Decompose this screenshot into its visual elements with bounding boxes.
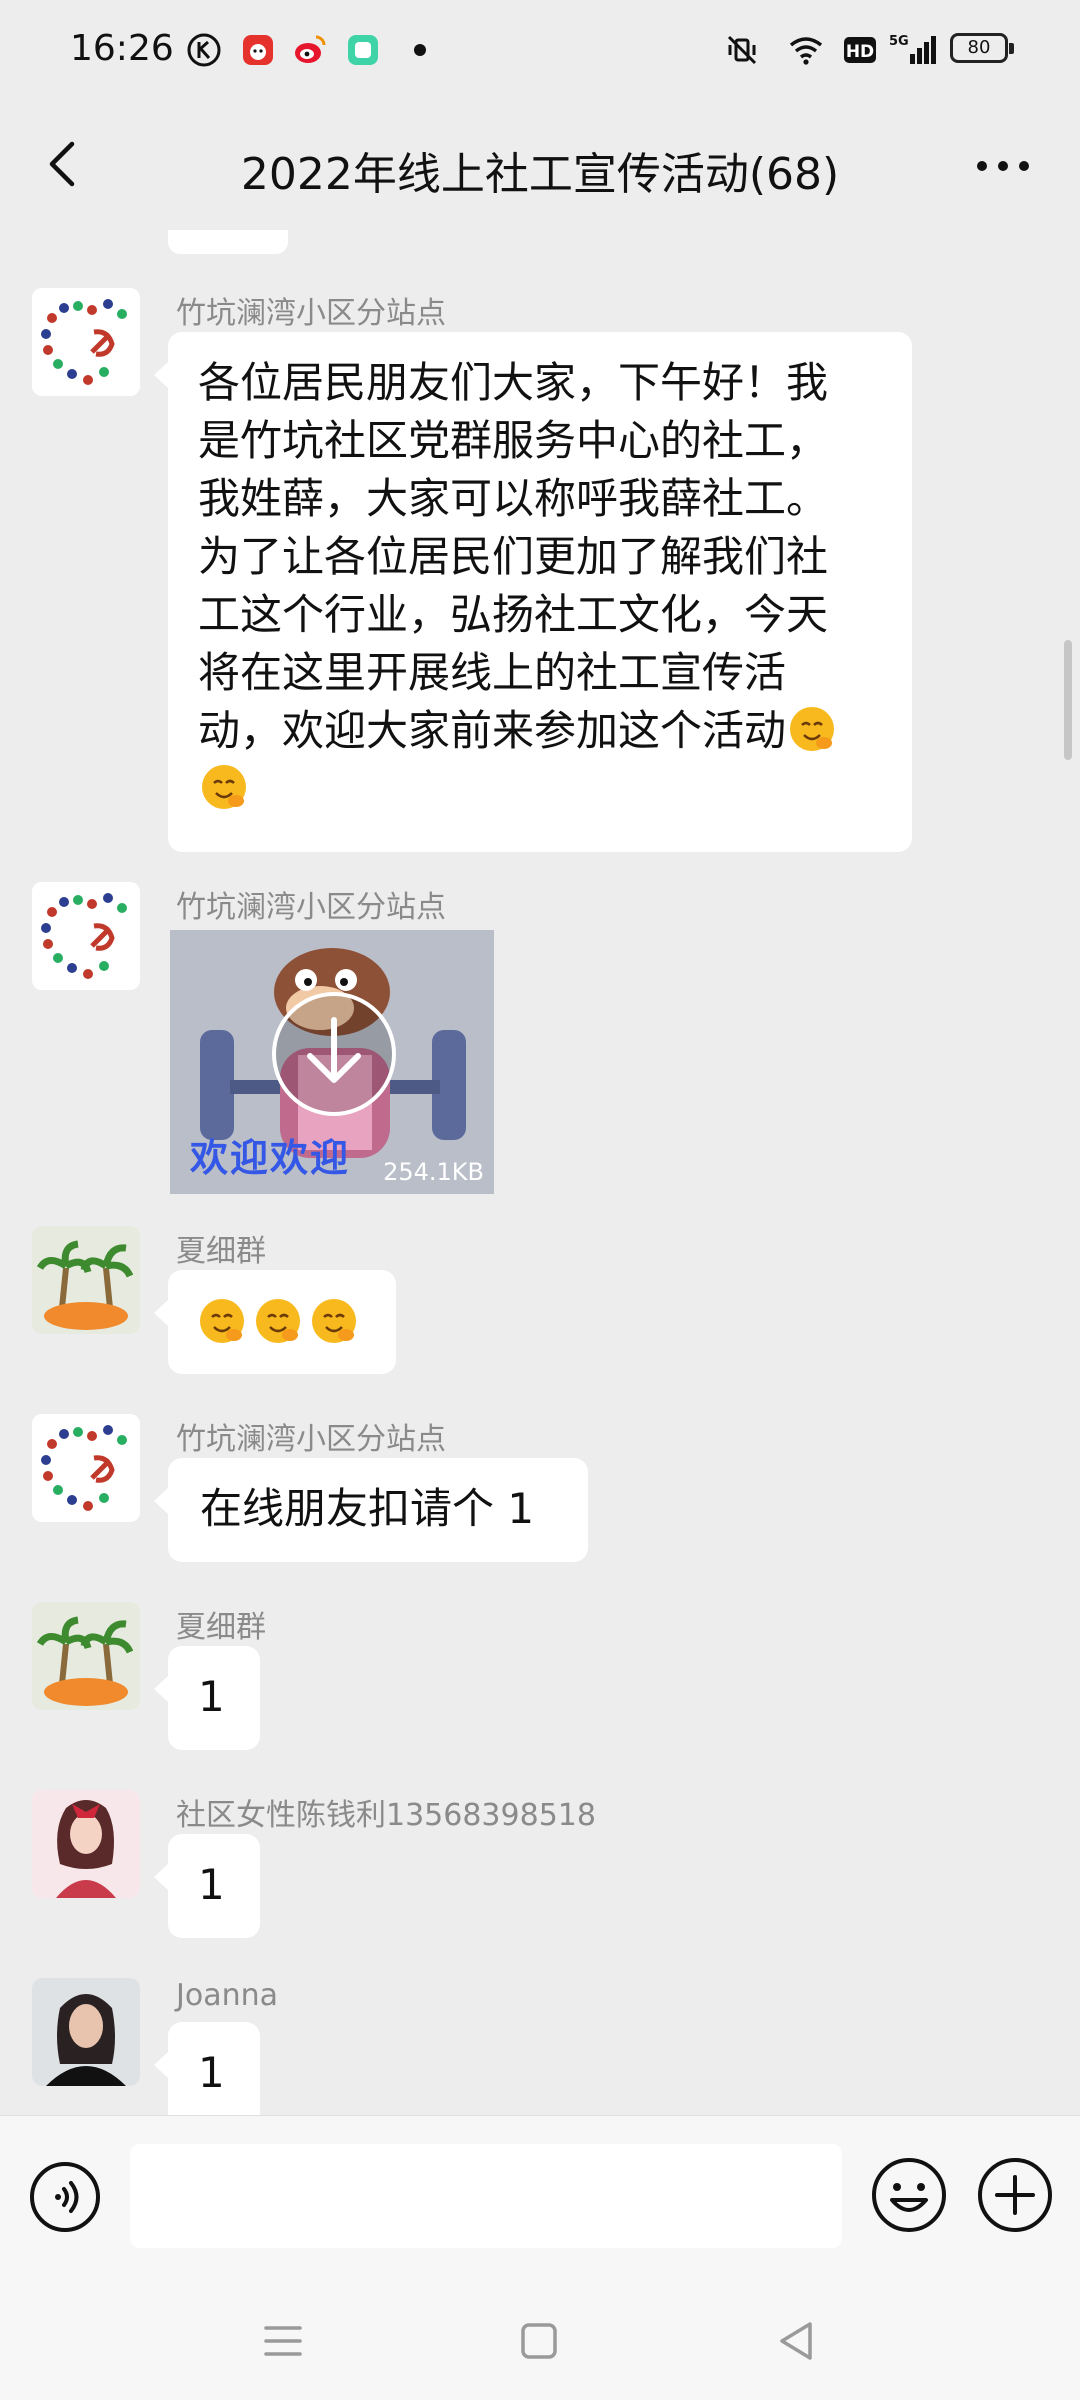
battery-indicator: 80 xyxy=(950,33,1014,63)
green-app-icon xyxy=(348,35,378,65)
message-bubble[interactable]: 1 xyxy=(154,1646,260,1750)
system-navigation-bar xyxy=(0,2280,1080,2400)
svg-text:HD: HD xyxy=(846,42,874,62)
smiley-icon[interactable] xyxy=(870,2156,948,2234)
shush-emoji-icon xyxy=(202,765,246,809)
sender-name: 夏细群 xyxy=(176,1610,266,1645)
sender-name: Joanna xyxy=(176,1978,278,2013)
message-item: 夏细群 1 xyxy=(0,1602,1080,1762)
message-input[interactable] xyxy=(130,2144,842,2248)
more-dots-icon[interactable] xyxy=(968,132,1038,196)
message-bubble[interactable]: 1 xyxy=(154,2022,260,2115)
message-item: 竹坑澜湾小区分站点 各位居民朋友们大家，下午好！我 是竹坑社区党群服务中心的社工… xyxy=(0,288,1080,858)
avatar-xia-xiqun[interactable] xyxy=(32,1226,140,1334)
message-line: 是竹坑社区党群服务中心的社工， xyxy=(198,416,829,465)
message-line: 工这个行业，弘扬社工文化，今天 xyxy=(198,590,829,639)
message-item: 夏细群 xyxy=(0,1226,1080,1386)
message-line: 将在这里开展线上的社工宣传活 xyxy=(198,648,787,697)
message-line: 动，欢迎大家前来参加这个活动 xyxy=(198,706,787,755)
plus-icon[interactable] xyxy=(976,2156,1054,2234)
cellular-5g-icon: 5G xyxy=(889,34,936,64)
download-icon[interactable] xyxy=(270,990,398,1118)
chat-title: 2022年线上社工宣传活动(68) xyxy=(240,149,840,200)
message-item: Joanna 1 xyxy=(0,1978,1080,2115)
back-chevron-icon[interactable] xyxy=(30,132,90,196)
k-app-icon xyxy=(187,33,221,67)
back-triangle-icon[interactable] xyxy=(772,2316,822,2366)
palm-tree-avatar-icon xyxy=(32,1226,140,1334)
message-bubble[interactable] xyxy=(154,1270,396,1374)
sender-name: 竹坑澜湾小区分站点 xyxy=(176,890,446,925)
wifi-icon xyxy=(789,37,823,65)
status-bar: 16:26 HD 5G 80 xyxy=(0,0,1080,100)
notification-dot xyxy=(414,44,426,56)
party-heart-avatar-icon xyxy=(32,1414,140,1522)
red-app-icon xyxy=(243,35,273,65)
video-caption: 欢迎欢迎 xyxy=(190,1136,351,1180)
shush-emoji-icon xyxy=(256,1299,300,1343)
status-time: 16:26 xyxy=(70,28,174,69)
sender-name: 竹坑澜湾小区分站点 xyxy=(176,1422,446,1457)
avatar-joanna[interactable] xyxy=(32,1978,140,2086)
chat-screen: 16:26 HD 5G 80 2022年线上社工宣传活动(68) 竹坑澜湾小区分… xyxy=(0,0,1080,2400)
sender-name: 社区女性陈钱利13568398518 xyxy=(176,1798,596,1833)
message-line: 各位居民朋友们大家，下午好！我 xyxy=(198,358,829,407)
hd-icon: HD xyxy=(844,37,876,63)
message-item: 竹坑澜湾小区分站点 欢迎欢迎 254.1KB xyxy=(0,882,1080,1202)
avatar-community-station[interactable] xyxy=(32,288,140,396)
avatar-community-station[interactable] xyxy=(32,882,140,990)
message-line: 为了让各位居民们更加了解我们社 xyxy=(198,532,829,581)
sender-name: 竹坑澜湾小区分站点 xyxy=(176,296,446,331)
woman-photo-avatar-icon xyxy=(32,1978,140,2086)
shush-emoji-icon xyxy=(790,707,835,751)
message-item: 竹坑澜湾小区分站点 在线朋友扣请个 1 xyxy=(0,1414,1080,1574)
chat-header: 2022年线上社工宣传活动(68) xyxy=(0,100,1080,230)
message-line: 我姓薛，大家可以称呼我薛社工。 xyxy=(198,474,829,523)
vibrate-mute-icon xyxy=(727,35,757,65)
shush-emoji-icon xyxy=(312,1299,356,1343)
girl-portrait-avatar-icon xyxy=(32,1790,140,1898)
avatar-chen-qianli[interactable] xyxy=(32,1790,140,1898)
avatar-xia-xiqun[interactable] xyxy=(32,1602,140,1710)
message-bubble[interactable]: 各位居民朋友们大家，下午好！我 是竹坑社区党群服务中心的社工， 我姓薛，大家可以… xyxy=(154,332,912,852)
message-bubble[interactable]: 1 xyxy=(154,1834,260,1938)
party-heart-avatar-icon xyxy=(32,288,140,396)
svg-text:5G: 5G xyxy=(889,34,909,49)
shush-emoji-icon xyxy=(200,1299,244,1343)
message-list[interactable]: 竹坑澜湾小区分站点 各位居民朋友们大家，下午好！我 是竹坑社区党群服务中心的社工… xyxy=(0,230,1080,2115)
message-bubble[interactable]: 在线朋友扣请个 1 xyxy=(154,1458,588,1562)
weibo-icon xyxy=(295,35,326,63)
partial-message-bubble xyxy=(168,230,288,254)
voice-icon[interactable] xyxy=(28,2160,102,2234)
video-message[interactable]: 欢迎欢迎 254.1KB xyxy=(170,930,494,1194)
input-bar xyxy=(0,2115,1080,2280)
party-heart-avatar-icon xyxy=(32,882,140,990)
home-square-icon[interactable] xyxy=(514,2316,564,2366)
avatar-community-station[interactable] xyxy=(32,1414,140,1522)
menu-icon[interactable] xyxy=(258,2316,308,2366)
video-file-size: 254.1KB xyxy=(383,1158,484,1186)
sender-name: 夏细群 xyxy=(176,1234,266,1269)
palm-tree-avatar-icon xyxy=(32,1602,140,1710)
message-item: 社区女性陈钱利13568398518 1 xyxy=(0,1790,1080,1950)
